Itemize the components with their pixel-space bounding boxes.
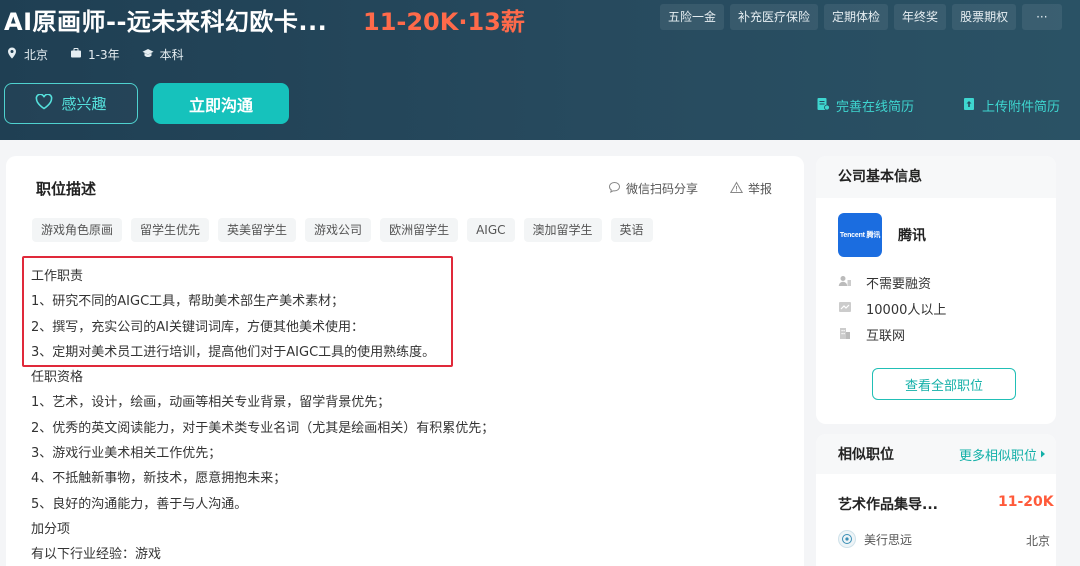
skill-tag: 英美留学生 <box>218 218 297 242</box>
skill-tag: 欧洲留学生 <box>380 218 459 242</box>
job-meta: 北京 1-3年 本科 <box>6 46 184 63</box>
skill-tag: AIGC <box>467 218 515 242</box>
job-description-title: 职位描述 <box>36 180 97 198</box>
job-description-card: 职位描述 微信扫码分享 举报 游戏角色原画 留学生优先 英美留学生 游戏公司 欧… <box>6 156 804 566</box>
meta-education: 本科 <box>142 46 184 63</box>
welfare-tag: 定期体检 <box>824 4 889 30</box>
company-info-title: 公司基本信息 <box>816 156 1056 198</box>
company-info-card: 公司基本信息 Tencent 腾讯 腾讯 不需要融资 10000人以上 互联网 … <box>816 156 1056 424</box>
welfare-tags: 五险一金 补充医疗保险 定期体检 年终奖 股票期权 ··· <box>660 4 1062 30</box>
report-label: 举报 <box>748 182 773 196</box>
warning-icon <box>729 180 744 197</box>
welfare-tag: 五险一金 <box>660 4 725 30</box>
similar-job-title[interactable]: 艺术作品集导... <box>838 494 938 514</box>
more-similar-jobs-label: 更多相似职位 <box>958 448 1037 464</box>
skill-tag: 游戏公司 <box>305 218 372 242</box>
similar-job-salary: 11-20K <box>998 494 1054 510</box>
upload-resume-link[interactable]: 上传附件简历 <box>962 96 1060 115</box>
welfare-more-button[interactable]: ··· <box>1022 4 1062 30</box>
description-line: 工作职责 <box>31 269 84 284</box>
heart-icon <box>35 92 53 114</box>
description-line: 5、良好的沟通能力，善于与人沟通。 <box>31 496 248 512</box>
description-line: 加分项 <box>31 521 71 537</box>
online-resume-label: 完善在线简历 <box>836 100 915 115</box>
skill-tag: 澳加留学生 <box>523 218 602 242</box>
similar-company-name: 美行思远 <box>864 532 913 547</box>
similar-jobs-title: 相似职位 <box>838 447 894 463</box>
chat-now-button[interactable]: 立即沟通 <box>153 83 289 124</box>
graduation-cap-icon <box>142 47 154 62</box>
wechat-share-label: 微信扫码分享 <box>626 182 699 196</box>
upload-resume-label: 上传附件简历 <box>982 100 1061 115</box>
company-name[interactable]: 腾讯 <box>898 225 926 245</box>
job-salary: 11-20K·13薪 <box>363 8 525 36</box>
view-all-jobs-button[interactable]: 查看全部职位 <box>872 368 1016 400</box>
similar-job-city: 北京 <box>1026 534 1051 548</box>
skill-tags: 游戏角色原画 留学生优先 英美留学生 游戏公司 欧洲留学生 AIGC 澳加留学生… <box>32 218 653 242</box>
funding-icon <box>838 272 852 298</box>
skill-tag: 游戏角色原画 <box>32 218 123 242</box>
similar-company-logo <box>838 530 856 548</box>
similar-jobs-card: 相似职位 更多相似职位 艺术作品集导... 11-20K 美行思远 北京 <box>816 434 1056 566</box>
meta-experience-label: 1-3年 <box>88 48 120 62</box>
description-line: 任职资格 <box>31 370 84 386</box>
building-icon <box>838 324 852 350</box>
description-line: 1、研究不同的AIGC工具，帮助美术部生产美术素材； <box>31 294 345 310</box>
welfare-tag: 股票期权 <box>952 4 1017 30</box>
caret-right-icon <box>1040 447 1046 462</box>
online-resume-link[interactable]: 完善在线简历 <box>816 96 914 115</box>
chart-icon <box>838 298 852 324</box>
company-size-label: 10000人以上 <box>866 303 947 318</box>
chat-bubble-icon <box>608 181 621 197</box>
description-line: 1、艺术，设计，绘画，动画等相关专业背景，留学背景优先； <box>31 395 391 411</box>
briefcase-icon <box>70 47 82 62</box>
description-line: 3、定期对美术员工进行培训，提高他们对于AIGC工具的使用熟练度。 <box>31 344 436 360</box>
wechat-share-button[interactable]: 微信扫码分享 <box>608 180 698 197</box>
interested-button[interactable]: 感兴趣 <box>4 83 138 124</box>
job-title: AI原画师--远未来科幻欧卡... <box>4 8 328 36</box>
welfare-tag: 补充医疗保险 <box>730 4 819 30</box>
report-button[interactable]: 举报 <box>729 180 773 197</box>
job-description-text: 工作职责 1、研究不同的AIGC工具，帮助美术部生产美术素材； 2、撰写，充实公… <box>31 264 494 566</box>
meta-city-label: 北京 <box>24 48 49 62</box>
similar-jobs-header: 相似职位 更多相似职位 <box>816 434 1056 474</box>
resume-doc-icon <box>816 97 830 115</box>
meta-city: 北京 <box>6 46 48 63</box>
upload-icon <box>962 97 976 115</box>
meta-experience: 1-3年 <box>70 46 120 63</box>
interested-label: 感兴趣 <box>61 95 107 113</box>
description-line: 有以下行业经验：游戏 <box>31 547 162 563</box>
job-header: AI原画师--远未来科幻欧卡... 11-20K·13薪 五险一金 补充医疗保险… <box>0 0 1080 140</box>
description-line: 4、不抵触新事物，新技术，愿意拥抱未来； <box>31 471 287 487</box>
description-line: 2、撰写，充实公司的AI关键词词库，方便其他美术使用： <box>31 319 364 335</box>
company-logo[interactable]: Tencent 腾讯 <box>838 213 882 257</box>
company-details: 不需要融资 10000人以上 互联网 <box>838 272 946 350</box>
similar-job-company: 美行思远 <box>838 530 912 548</box>
company-size: 10000人以上 <box>838 298 946 324</box>
location-pin-icon <box>6 47 18 62</box>
more-similar-jobs-link[interactable]: 更多相似职位 <box>959 445 1046 464</box>
company-industry: 互联网 <box>838 324 946 350</box>
description-line: 2、优秀的英文阅读能力，对于美术类专业名词（尤其是绘画相关）有积累优先； <box>31 420 495 436</box>
skill-tag: 留学生优先 <box>131 218 210 242</box>
welfare-tag: 年终奖 <box>894 4 947 30</box>
company-funding: 不需要融资 <box>838 272 946 298</box>
skill-tag: 英语 <box>610 218 653 242</box>
company-funding-label: 不需要融资 <box>866 277 932 292</box>
company-industry-label: 互联网 <box>866 329 906 344</box>
description-line: 3、游戏行业美术相关工作优先； <box>31 446 222 462</box>
meta-education-label: 本科 <box>159 48 184 62</box>
